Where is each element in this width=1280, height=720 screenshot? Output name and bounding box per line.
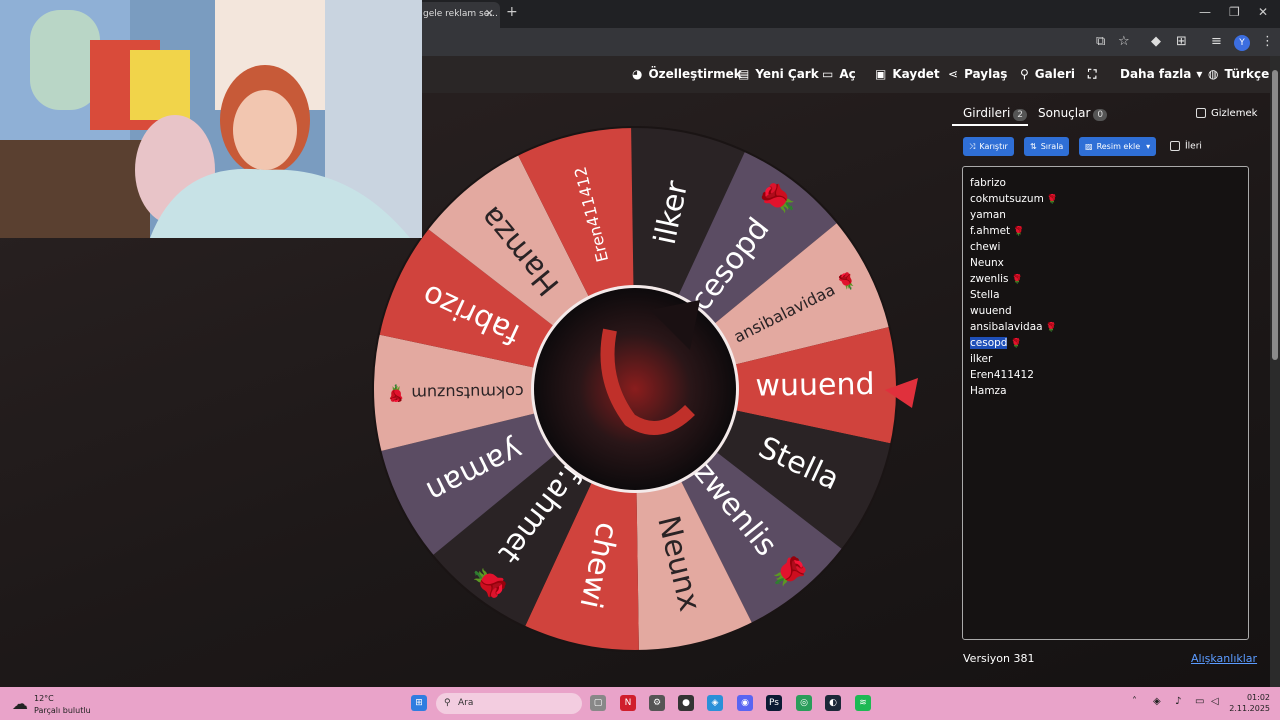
wheel-center-image[interactable] bbox=[534, 288, 736, 490]
entry-text: wuuend bbox=[970, 305, 1012, 317]
entry-text: f.ahmet bbox=[970, 225, 1011, 237]
entry-line[interactable]: Hamza bbox=[970, 383, 1241, 399]
clock-date: 2.11.2025 bbox=[1229, 704, 1270, 713]
results-count-badge: 0 bbox=[1093, 109, 1108, 121]
rose-icon: 🌹 bbox=[1011, 275, 1023, 285]
entry-line[interactable]: cokmutsuzum 🌹 bbox=[970, 191, 1241, 207]
add-image-button[interactable]: ▨ Resim ekle ▾ bbox=[1079, 137, 1157, 156]
entry-text: chewi bbox=[970, 241, 1001, 253]
hide-checkbox[interactable]: Gizlemek bbox=[1196, 108, 1257, 119]
add-image-label: Resim ekle bbox=[1096, 142, 1141, 151]
entry-text: Stella bbox=[970, 289, 1000, 301]
entry-text: fabrizo bbox=[970, 177, 1006, 189]
entry-text: zwenlis bbox=[970, 273, 1009, 285]
entry-line[interactable]: yaman bbox=[970, 207, 1241, 223]
image-icon: ▨ bbox=[1085, 142, 1093, 151]
volume-icon[interactable]: ◁ bbox=[1211, 696, 1219, 707]
shuffle-label: Karıştır bbox=[979, 142, 1008, 151]
discord-icon[interactable]: ◉ bbox=[737, 695, 753, 711]
entry-line[interactable]: Eren411412 bbox=[970, 367, 1241, 383]
start-icon[interactable]: ⊞ bbox=[411, 695, 427, 711]
tab-results[interactable]: Sonuçlar 0 bbox=[1038, 106, 1108, 121]
entry-text: cesopd bbox=[970, 337, 1008, 349]
advanced-checkbox[interactable]: İleri bbox=[1170, 141, 1202, 152]
sort-label: Sırala bbox=[1040, 142, 1064, 151]
network-icon[interactable]: ▭ bbox=[1195, 696, 1204, 707]
chevron-down-icon: ▾ bbox=[1146, 142, 1151, 151]
entry-line[interactable]: f.ahmet 🌹 bbox=[970, 223, 1241, 239]
entry-line[interactable]: cesopd 🌹 bbox=[970, 335, 1241, 351]
shuffle-icon: ⤨ bbox=[969, 142, 976, 151]
entry-line[interactable]: chewi bbox=[970, 239, 1241, 255]
shortcuts-link[interactable]: Alışkanlıklar bbox=[1191, 652, 1257, 665]
hide-label: Gizlemek bbox=[1211, 108, 1258, 119]
entry-line[interactable]: Stella bbox=[970, 287, 1241, 303]
wheel-slice-label: wuuend bbox=[755, 367, 875, 404]
wheel-slice-label: cokmutsuzum 🌹 bbox=[386, 382, 524, 403]
webcam-image bbox=[0, 0, 422, 238]
entry-text: Hamza bbox=[970, 385, 1007, 397]
tray-app-icon[interactable]: ◈ bbox=[1153, 696, 1161, 707]
task-view-icon[interactable]: ▢ bbox=[590, 695, 606, 711]
sort-button[interactable]: ⇅ Sırala bbox=[1024, 137, 1070, 156]
shuffle-button[interactable]: ⤨ Karıştır bbox=[963, 137, 1014, 156]
entry-line[interactable]: zwenlis 🌹 bbox=[970, 271, 1241, 287]
search-placeholder: Ara bbox=[458, 698, 474, 708]
taskbar: ☁ 12°C Parçalı bulutlu ⊞ ⚲ Ara ▢ N ⚙ ● ◈ … bbox=[0, 687, 1280, 720]
entries-count-badge: 2 bbox=[1013, 109, 1028, 121]
weather-temperature: 12°C bbox=[34, 694, 54, 703]
clock-time: 01:02 bbox=[1246, 693, 1270, 702]
taskbar-search[interactable]: ⚲ Ara bbox=[436, 693, 582, 714]
rose-icon: 🌹 bbox=[1010, 339, 1022, 349]
advanced-label: İleri bbox=[1185, 141, 1202, 152]
entry-text: yaman bbox=[970, 209, 1006, 221]
sort-icon: ⇅ bbox=[1030, 142, 1037, 151]
active-tab-indicator bbox=[952, 124, 1028, 126]
app2-icon[interactable]: ◈ bbox=[707, 695, 723, 711]
photoshop-icon[interactable]: Ps bbox=[766, 695, 782, 711]
entry-line[interactable]: fabrizo bbox=[970, 175, 1241, 191]
entries-panel: Girdileri 2 Sonuçlar 0 Gizlemek ⤨ Karıştır … bbox=[952, 100, 1262, 680]
rose-icon: 🌹 bbox=[1046, 195, 1059, 205]
tray-chevron-icon[interactable]: ˄ bbox=[1132, 696, 1137, 707]
entries-textarea[interactable]: fabrizo cokmutsuzum 🌹 yaman f.ahmet 🌹 chewi Neu… bbox=[962, 166, 1249, 640]
entry-line[interactable]: wuuend bbox=[970, 303, 1241, 319]
weather-cloud-icon: ☁ bbox=[12, 694, 28, 713]
app-icon[interactable]: ● bbox=[678, 695, 694, 711]
settings-icon[interactable]: ⚙ bbox=[649, 695, 665, 711]
rose-icon: 🌹 bbox=[1045, 323, 1057, 333]
entry-text: ansibalavidaa bbox=[970, 321, 1043, 333]
entry-text: ilker bbox=[970, 353, 993, 365]
taskbar-clock[interactable]: 01:02 2.11.2025 bbox=[1226, 692, 1270, 714]
netflix-icon[interactable]: N bbox=[620, 695, 636, 711]
steam-icon[interactable]: ◐ bbox=[825, 695, 841, 711]
entry-line[interactable]: ilker bbox=[970, 351, 1241, 367]
spotify-icon[interactable]: ≋ bbox=[855, 695, 871, 711]
tab-entries[interactable]: Girdileri 2 bbox=[963, 106, 1028, 121]
webcam-overlay bbox=[0, 0, 422, 238]
version-label: Versiyon 381 bbox=[963, 652, 1035, 665]
search-icon: ⚲ bbox=[444, 698, 451, 708]
entry-line[interactable]: ansibalavidaa 🌹 bbox=[970, 319, 1241, 335]
tab-results-label: Sonuçlar bbox=[1038, 106, 1091, 120]
entry-text: Neunx bbox=[970, 257, 1004, 269]
entry-text: cokmutsuzum bbox=[970, 193, 1044, 205]
tab-entries-label: Girdileri bbox=[963, 106, 1011, 120]
entry-text: Eren411412 bbox=[970, 369, 1034, 381]
rose-icon: 🌹 bbox=[1013, 227, 1025, 237]
weather-description: Parçalı bulutlu bbox=[34, 706, 91, 715]
checkbox-icon[interactable] bbox=[1196, 108, 1206, 118]
microphone-icon[interactable]: ♪ bbox=[1175, 696, 1181, 707]
entry-line[interactable]: Neunx bbox=[970, 255, 1241, 271]
chrome-icon[interactable]: ◎ bbox=[796, 695, 812, 711]
checkbox-icon[interactable] bbox=[1170, 141, 1180, 151]
